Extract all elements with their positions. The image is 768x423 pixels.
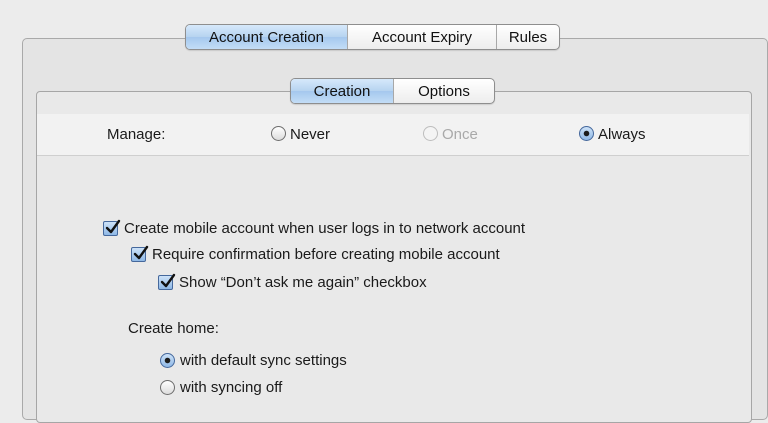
manage-never-label[interactable]: Never (290, 126, 330, 143)
sync-off-radio[interactable] (160, 380, 175, 395)
sync-default-radio[interactable] (160, 353, 175, 368)
create-mobile-account-label[interactable]: Create mobile account when user logs in … (124, 220, 525, 237)
manage-always-label[interactable]: Always (598, 126, 646, 143)
create-home-label: Create home: (128, 320, 219, 337)
sync-off-label[interactable]: with syncing off (180, 379, 282, 396)
create-mobile-account-checkbox[interactable] (103, 219, 121, 236)
manage-once-label: Once (442, 126, 478, 143)
checkmark-icon (160, 273, 176, 288)
require-confirmation-checkbox[interactable] (131, 245, 149, 262)
tab-account-expiry[interactable]: Account Expiry (347, 25, 496, 49)
checkmark-icon (105, 219, 121, 234)
manage-always-radio[interactable] (579, 126, 594, 141)
sync-default-label[interactable]: with default sync settings (180, 352, 347, 369)
manage-never-radio[interactable] (271, 126, 286, 141)
manage-once-radio (423, 126, 438, 141)
tab-rules[interactable]: Rules (496, 25, 559, 49)
tab-creation[interactable]: Creation (291, 79, 393, 103)
require-confirmation-label[interactable]: Require confirmation before creating mob… (152, 246, 500, 263)
show-dont-ask-checkbox[interactable] (158, 273, 176, 290)
manage-label: Manage: (107, 126, 166, 143)
top-tab-bar: Account Creation Account Expiry Rules (185, 24, 560, 50)
sub-tab-bar: Creation Options (290, 78, 495, 104)
tab-account-creation[interactable]: Account Creation (186, 25, 347, 49)
checkmark-icon (133, 245, 149, 260)
show-dont-ask-label[interactable]: Show “Don’t ask me again” checkbox (179, 274, 427, 291)
tab-options[interactable]: Options (393, 79, 494, 103)
